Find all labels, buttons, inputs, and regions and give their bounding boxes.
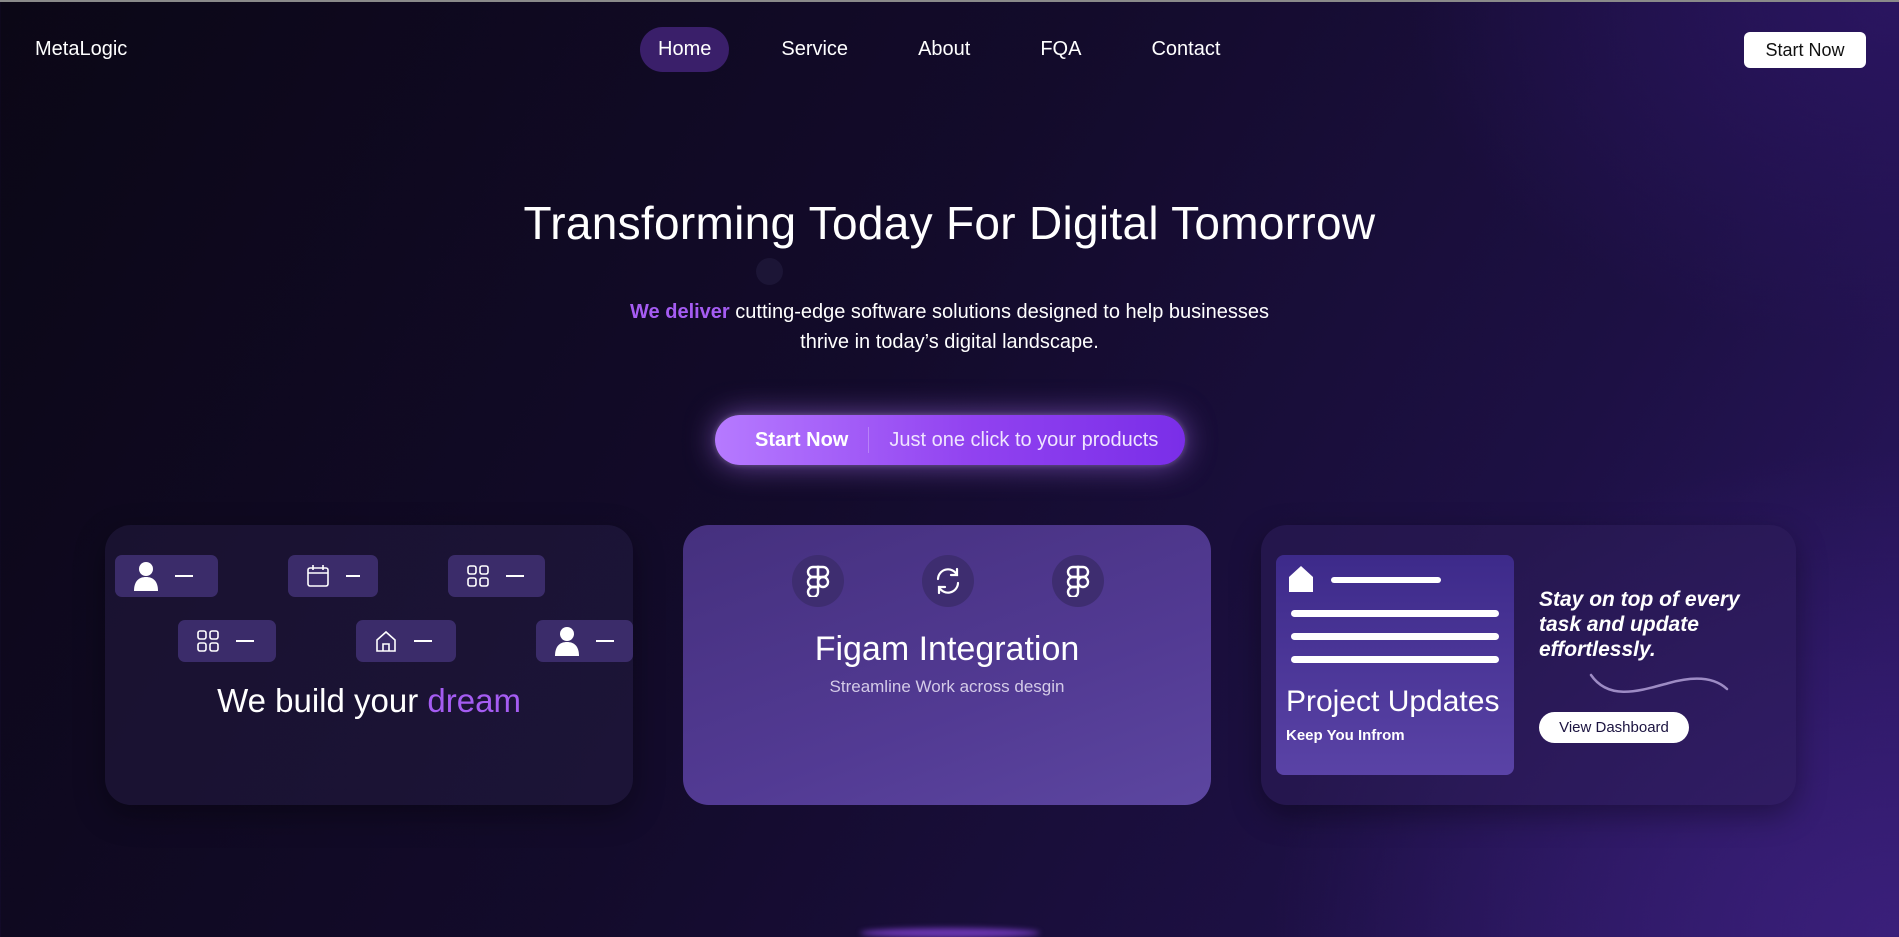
figma-icon — [1052, 555, 1104, 607]
hero-subtitle: We deliver cutting-edge software solutio… — [0, 297, 1899, 357]
calendar-pill — [288, 555, 378, 597]
home-pill — [356, 620, 456, 662]
placeholder-dash — [175, 575, 193, 577]
placeholder-dash — [506, 575, 524, 577]
decorative-glow — [860, 928, 1040, 937]
project-updates-preview: Project Updates Keep You Infrom — [1276, 555, 1514, 775]
hero-title: Transforming Today For Digital Tomorrow — [523, 197, 1376, 249]
grid-pill — [448, 555, 545, 597]
project-updates-subtitle: Keep You Infrom — [1286, 727, 1405, 744]
decorative-squiggle — [1589, 673, 1729, 693]
nav-item-service[interactable]: Service — [763, 27, 866, 72]
figma-integration-card: Figam Integration Streamline Work across… — [683, 525, 1211, 805]
cta-hint-label: Just one click to your products — [889, 428, 1159, 451]
build-dream-title: We build your dream — [105, 682, 633, 720]
hero-start-now-button[interactable]: Start Now Just one click to your product… — [715, 415, 1185, 465]
project-updates-card: Project Updates Keep You Infrom Stay on … — [1261, 525, 1796, 805]
grid-icon — [196, 629, 220, 653]
window-top-border — [0, 0, 1899, 2]
nav-start-now-button[interactable]: Start Now — [1744, 32, 1866, 68]
project-updates-tagline: Stay on top of every task and update eff… — [1539, 588, 1740, 661]
nav-item-home[interactable]: Home — [640, 27, 730, 72]
main-nav: Home Service About FQA Contact — [640, 27, 1272, 72]
sync-icon — [922, 555, 974, 607]
cta-divider — [868, 427, 870, 453]
cta-main-label: Start Now — [755, 428, 849, 451]
build-dream-title-prefix: We build your — [217, 682, 428, 719]
preview-line — [1291, 633, 1499, 640]
home-icon — [1288, 565, 1314, 598]
hero-subtitle-line1: cutting-edge software solutions designed… — [729, 301, 1269, 323]
placeholder-dash — [596, 640, 614, 642]
home-icon — [374, 629, 398, 653]
user-icon — [554, 626, 580, 656]
brand-logo[interactable]: MetaLogic — [35, 38, 127, 61]
nav-item-about[interactable]: About — [900, 27, 988, 72]
view-dashboard-button[interactable]: View Dashboard — [1539, 712, 1689, 743]
build-dream-title-accent: dream — [427, 682, 521, 719]
figma-card-title: Figam Integration — [814, 630, 1080, 668]
preview-line — [1291, 610, 1499, 617]
figma-icon — [792, 555, 844, 607]
placeholder-dash — [414, 640, 432, 642]
placeholder-dash — [236, 640, 254, 642]
user-icon — [133, 561, 159, 591]
user-pill — [115, 555, 218, 597]
hero-subtitle-accent: We deliver — [630, 301, 730, 323]
nav-item-fqa[interactable]: FQA — [1022, 27, 1099, 72]
figma-card-subtitle: Streamline Work across desgin — [829, 677, 1065, 696]
preview-header-bar — [1331, 577, 1441, 583]
nav-item-contact[interactable]: Contact — [1133, 27, 1238, 72]
placeholder-dash — [346, 575, 360, 577]
grid-pill — [178, 620, 276, 662]
user-pill — [536, 620, 633, 662]
hero-subtitle-line2: thrive in today’s digital landscape. — [800, 331, 1099, 353]
preview-line — [1291, 656, 1499, 663]
decorative-dot — [756, 258, 783, 285]
project-updates-title: Project Updates — [1286, 685, 1500, 718]
grid-icon — [466, 564, 490, 588]
calendar-icon — [306, 564, 330, 588]
build-dream-card: We build your dream — [105, 525, 633, 805]
